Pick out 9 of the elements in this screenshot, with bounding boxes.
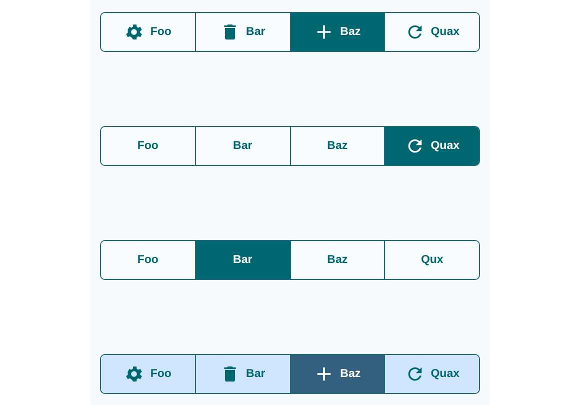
gear-icon [124, 364, 144, 384]
segment-button[interactable]: Quax [385, 127, 479, 165]
segment-button[interactable]: Baz [290, 355, 384, 393]
segment-button[interactable]: Baz [290, 13, 384, 51]
segment-button[interactable]: Bar [196, 241, 290, 279]
gear-icon [124, 22, 144, 42]
segment-button[interactable]: Quax [385, 355, 479, 393]
segment-button[interactable]: Foo [101, 355, 195, 393]
segment-button[interactable]: Bar [196, 355, 290, 393]
